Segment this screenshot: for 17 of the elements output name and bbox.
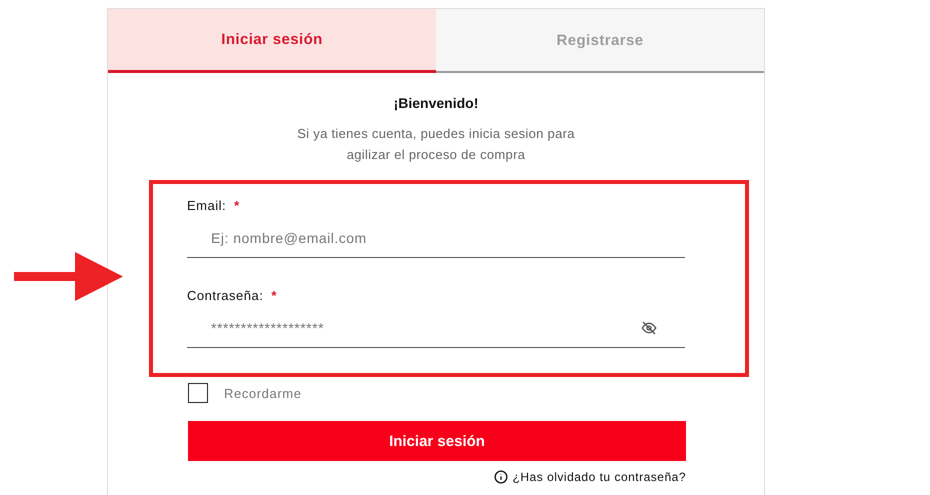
password-field[interactable]: ******************* <box>187 309 685 348</box>
remember-checkbox[interactable] <box>188 383 208 403</box>
tab[interactable]: Iniciar sesión <box>108 9 436 73</box>
required-mark: * <box>271 288 277 303</box>
tab[interactable]: Registrarse <box>436 9 764 73</box>
required-mark: * <box>234 198 240 213</box>
field-label: Contraseña: <box>187 288 264 303</box>
welcome-text: Si ya tienes cuenta, puedes inicia sesion para <box>296 125 576 143</box>
info-icon <box>494 470 508 484</box>
welcome-title: ¡Bienvenido! <box>392 95 480 111</box>
forgot-password-link[interactable]: ¿Has olvidado tu contraseña? <box>512 470 686 484</box>
login-button[interactable]: Iniciar sesión <box>188 421 686 461</box>
eye-slash-icon[interactable] <box>640 320 658 336</box>
remember-label: Recordarme <box>224 386 302 400</box>
email-field[interactable]: Ej: nombre@email.com <box>187 219 685 258</box>
welcome-text: agilizar el proceso de compra <box>346 146 526 164</box>
field-label: Email: <box>187 198 226 213</box>
